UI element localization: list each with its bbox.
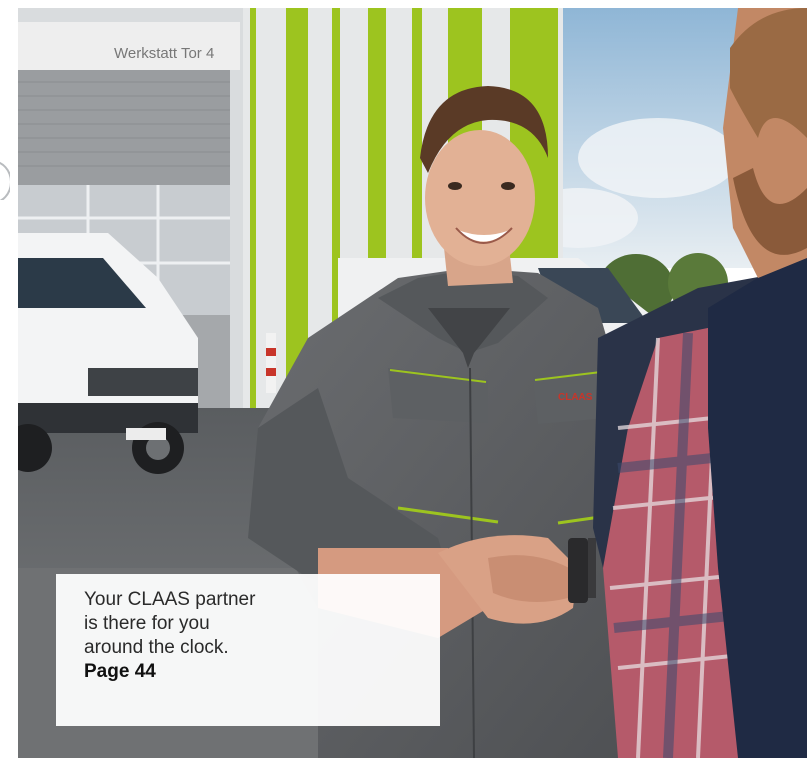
workshop-sign-text: Werkstatt Tor 4 [114, 45, 214, 62]
claas-chest-logo: CLAAS [558, 392, 593, 403]
caption-line-3: around the clock. [84, 637, 229, 658]
caption-line-2: is there for you [84, 613, 210, 634]
page-reference-link[interactable]: Page 44 [84, 660, 420, 684]
caption-line-1: Your CLAAS partner [84, 589, 256, 610]
page-edge-curve [0, 160, 10, 200]
caption-box: Your CLAAS partner is there for you arou… [56, 574, 440, 726]
caption-text: Your CLAAS partner is there for you arou… [84, 588, 420, 684]
